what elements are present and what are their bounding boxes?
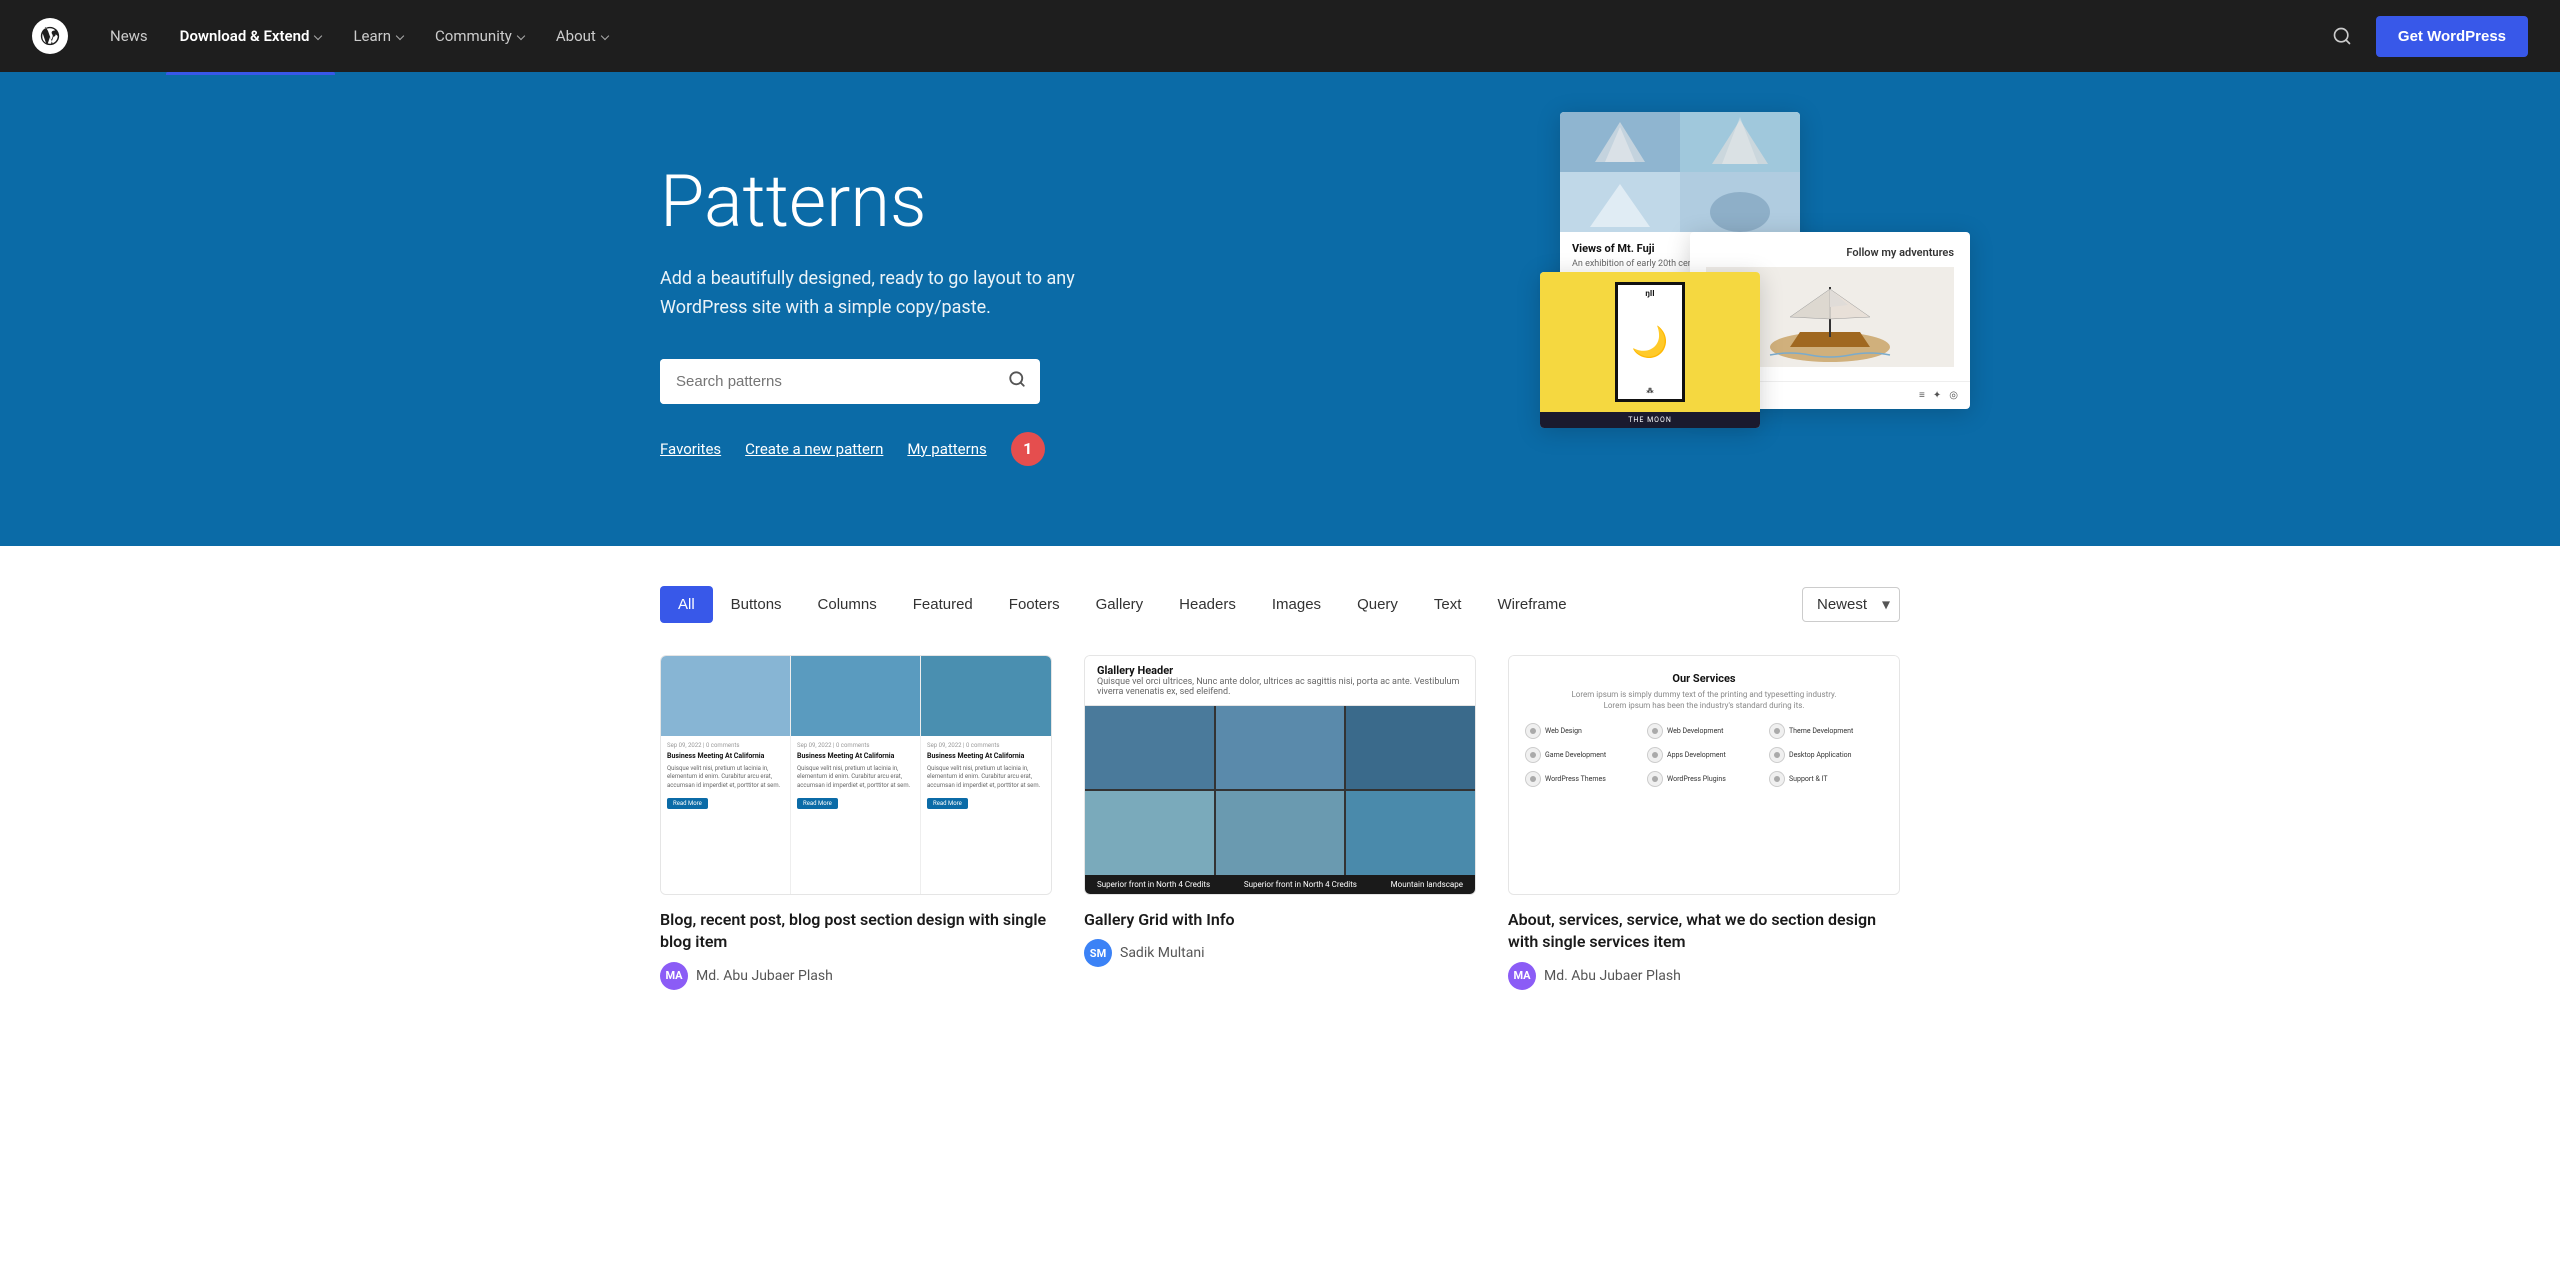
navbar-right: Get WordPress: [2324, 16, 2528, 57]
get-wordpress-button[interactable]: Get WordPress: [2376, 16, 2528, 57]
nav-item-news[interactable]: News: [96, 19, 162, 53]
pattern-thumb-blog: Sep 09, 2022 | 0 comments Business Meeti…: [660, 655, 1052, 895]
tab-query[interactable]: Query: [1339, 586, 1416, 623]
search-icon-button[interactable]: [2324, 18, 2360, 54]
pattern-title-gallery: Gallery Grid with Info: [1084, 909, 1476, 931]
tab-featured[interactable]: Featured: [895, 586, 991, 623]
nav-label-community: Community: [435, 27, 512, 45]
hero-text: Patterns Add a beautifully designed, rea…: [660, 132, 1200, 466]
nav-label-learn: Learn: [353, 27, 391, 45]
author-name-services: Md. Abu Jubaer Plash: [1544, 968, 1681, 984]
tab-images[interactable]: Images: [1254, 586, 1339, 623]
category-tabs: All Buttons Columns Featured Footers Gal…: [660, 586, 1585, 623]
pattern-thumb-gallery: Glallery Header Quisque vel orci ultrice…: [1084, 655, 1476, 895]
navbar: News Download & Extend Learn Community A…: [0, 0, 2560, 72]
search-button[interactable]: [994, 360, 1040, 403]
nav-links: News Download & Extend Learn Community A…: [96, 19, 2324, 53]
tarot-label: THE MOON: [1628, 416, 1672, 424]
hero-description: Add a beautifully designed, ready to go …: [660, 265, 1100, 323]
ship-social-1: ≡: [1919, 390, 1925, 401]
chevron-down-icon: [396, 32, 404, 40]
pattern-thumb-services: Our Services Lorem ipsum is simply dummy…: [1508, 655, 1900, 895]
hero-section: Patterns Add a beautifully designed, rea…: [0, 72, 2560, 546]
nav-label-news: News: [110, 27, 148, 45]
nav-item-download[interactable]: Download & Extend: [166, 19, 336, 53]
chevron-down-icon: [601, 32, 609, 40]
search-bar: [660, 359, 1040, 404]
ship-social-3: ◎: [1949, 390, 1958, 401]
nav-item-community[interactable]: Community: [421, 19, 538, 53]
nav-label-about: About: [556, 27, 596, 45]
create-pattern-link[interactable]: Create a new pattern: [745, 440, 883, 458]
pattern-title-blog: Blog, recent post, blog post section des…: [660, 909, 1052, 954]
ship-social-2: ✦: [1933, 390, 1941, 401]
author-avatar-gallery: SM: [1084, 939, 1112, 967]
author-name-gallery: Sadik Multani: [1120, 945, 1204, 961]
wordpress-logo[interactable]: [32, 18, 68, 54]
tab-footers[interactable]: Footers: [991, 586, 1078, 623]
my-patterns-link[interactable]: My patterns: [907, 440, 986, 458]
tab-wireframe[interactable]: Wireframe: [1479, 586, 1584, 623]
pattern-title-services: About, services, service, what we do sec…: [1508, 909, 1900, 954]
author-avatar-services: MA: [1508, 962, 1536, 990]
pattern-card-gallery[interactable]: Glallery Header Quisque vel orci ultrice…: [1084, 655, 1476, 990]
pattern-author-gallery: SM Sadik Multani: [1084, 939, 1476, 967]
chevron-down-icon: [314, 32, 322, 40]
preview-card-tarot: ŋII 🌙 ⁂ THE MOON: [1540, 272, 1760, 428]
tab-text[interactable]: Text: [1416, 586, 1480, 623]
page-title: Patterns: [660, 162, 1200, 241]
main-content: All Buttons Columns Featured Footers Gal…: [580, 546, 1980, 1030]
tab-all[interactable]: All: [660, 586, 713, 623]
author-avatar-blog: MA: [660, 962, 688, 990]
nav-item-about[interactable]: About: [542, 19, 622, 53]
tab-headers[interactable]: Headers: [1161, 586, 1254, 623]
nav-item-learn[interactable]: Learn: [339, 19, 417, 53]
pattern-author-services: MA Md. Abu Jubaer Plash: [1508, 962, 1900, 990]
tab-buttons[interactable]: Buttons: [713, 586, 800, 623]
hero-images: Views of Mt. Fuji An exhibition of early…: [1480, 112, 1980, 492]
sort-select[interactable]: Newest Oldest Popular: [1802, 587, 1900, 622]
hero-links: Favorites Create a new pattern My patter…: [660, 432, 1200, 466]
sort-dropdown-wrapper: Newest Oldest Popular: [1802, 587, 1900, 622]
chevron-down-icon: [517, 32, 525, 40]
pattern-card-blog[interactable]: Sep 09, 2022 | 0 comments Business Meeti…: [660, 655, 1052, 990]
nav-label-download: Download & Extend: [180, 27, 310, 45]
tarot-figure-icon: 🌙: [1631, 325, 1668, 360]
pattern-grid: Sep 09, 2022 | 0 comments Business Meeti…: [660, 655, 1900, 990]
search-input[interactable]: [660, 359, 994, 404]
author-name-blog: Md. Abu Jubaer Plash: [696, 968, 833, 984]
pattern-author-blog: MA Md. Abu Jubaer Plash: [660, 962, 1052, 990]
favorites-link[interactable]: Favorites: [660, 440, 721, 458]
notification-badge: 1: [1011, 432, 1045, 466]
tab-gallery[interactable]: Gallery: [1078, 586, 1162, 623]
tab-columns[interactable]: Columns: [800, 586, 895, 623]
filter-bar: All Buttons Columns Featured Footers Gal…: [660, 586, 1900, 623]
pattern-card-services[interactable]: Our Services Lorem ipsum is simply dummy…: [1508, 655, 1900, 990]
ship-card-title: Follow my adventures: [1706, 246, 1954, 259]
